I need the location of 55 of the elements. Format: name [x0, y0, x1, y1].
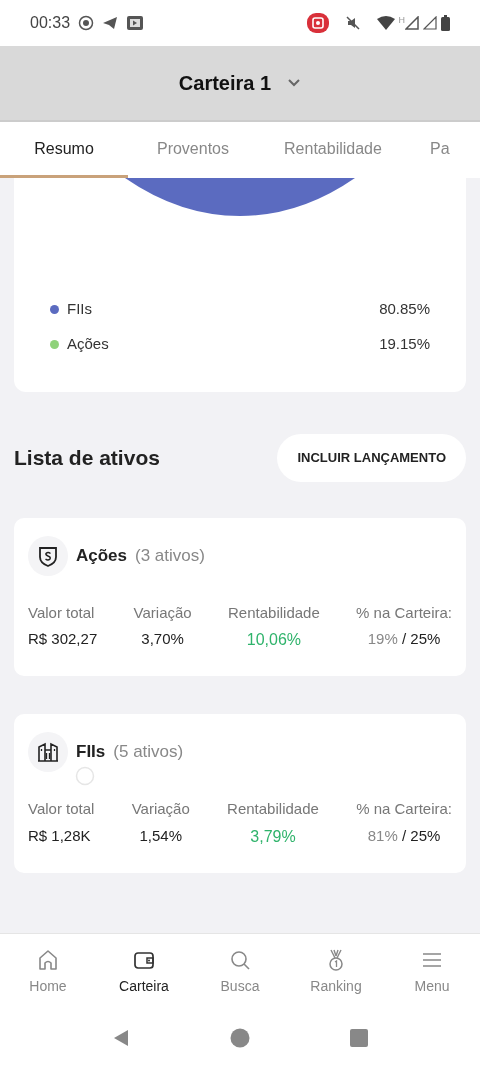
wifi-icon [376, 16, 395, 30]
nav-item[interactable]: Menu [397, 947, 467, 997]
tab[interactable]: Proventos [128, 122, 258, 178]
add-entry-button[interactable]: INCLUIR LANÇAMENTO [277, 434, 466, 482]
clock: 00:33 [30, 13, 71, 33]
signal-icon [423, 16, 437, 30]
mute-icon [344, 15, 361, 31]
stat-label: Variação [131, 799, 190, 819]
home-button-icon[interactable] [230, 1028, 250, 1048]
asset-count: (5 ativos) [113, 741, 184, 764]
video-icon [126, 15, 145, 31]
record-icon [78, 15, 95, 31]
group-name: Ações [76, 544, 128, 567]
stat-label: Valor total [28, 799, 95, 819]
shield-icon [37, 544, 59, 567]
portfolio-title[interactable]: Carteira 1 [178, 68, 272, 98]
ring-icon [75, 766, 95, 786]
stat-value: 1,54% [139, 825, 183, 846]
nav-item[interactable]: Carteira [109, 947, 179, 997]
stat-label: Valor total [28, 602, 95, 623]
tab[interactable]: Rentabilidade [258, 122, 408, 178]
legend-value: 19.15% [379, 334, 430, 355]
stat-value: R$ 1,28K [28, 825, 91, 846]
stat-label: % na Carteira: [356, 602, 452, 623]
section-title: Lista de ativos [14, 445, 160, 471]
group-name: FIIs [76, 741, 106, 764]
stat-label: Rentabilidade [227, 799, 319, 819]
nav-item[interactable]: Busca [205, 947, 275, 997]
home-icon [36, 947, 60, 972]
back-icon[interactable] [112, 1029, 130, 1047]
allocation-value: 19% / 25% [367, 629, 441, 649]
stat-value: 3,70% [141, 629, 184, 649]
screen-record-icon [306, 13, 329, 33]
stat-value: R$ 302,27 [28, 629, 98, 649]
tab[interactable]: Pa [408, 122, 480, 178]
buildings-icon [37, 741, 59, 763]
stat-label: Variação [133, 602, 192, 623]
asset-group-card[interactable]: FIIs (5 ativos) Valor total R$ 1,28K Variação 1,54% Rentabilidade 3,79% % na Carteira: 81% / 25% [14, 714, 466, 873]
network-type: H [398, 14, 405, 27]
nav-item[interactable]: Ranking [301, 947, 371, 997]
asset-count: (3 ativos) [135, 544, 205, 567]
stat-label: Rentabilidade [228, 602, 320, 623]
chevron-down-icon [287, 78, 302, 88]
battery-icon [441, 15, 450, 31]
nav-item[interactable]: Home [13, 947, 83, 997]
legend-label: FIIs [67, 299, 93, 320]
send-icon [102, 15, 119, 31]
signal-icon [405, 16, 419, 30]
asset-group-card[interactable]: Ações (3 ativos) Valor total R$ 302,27 Variação 3,70% Rentabilidade 10,06% % na Carteira: 19% / 25% [14, 517, 466, 676]
legend-value: 80.85% [379, 299, 430, 320]
stat-label: % na Carteira: [356, 799, 452, 819]
legend-label: Ações [67, 334, 110, 355]
stat-value: 10,06% [246, 630, 301, 650]
stat-value: 3,79% [250, 826, 296, 847]
allocation-value: 81% / 25% [367, 825, 441, 846]
